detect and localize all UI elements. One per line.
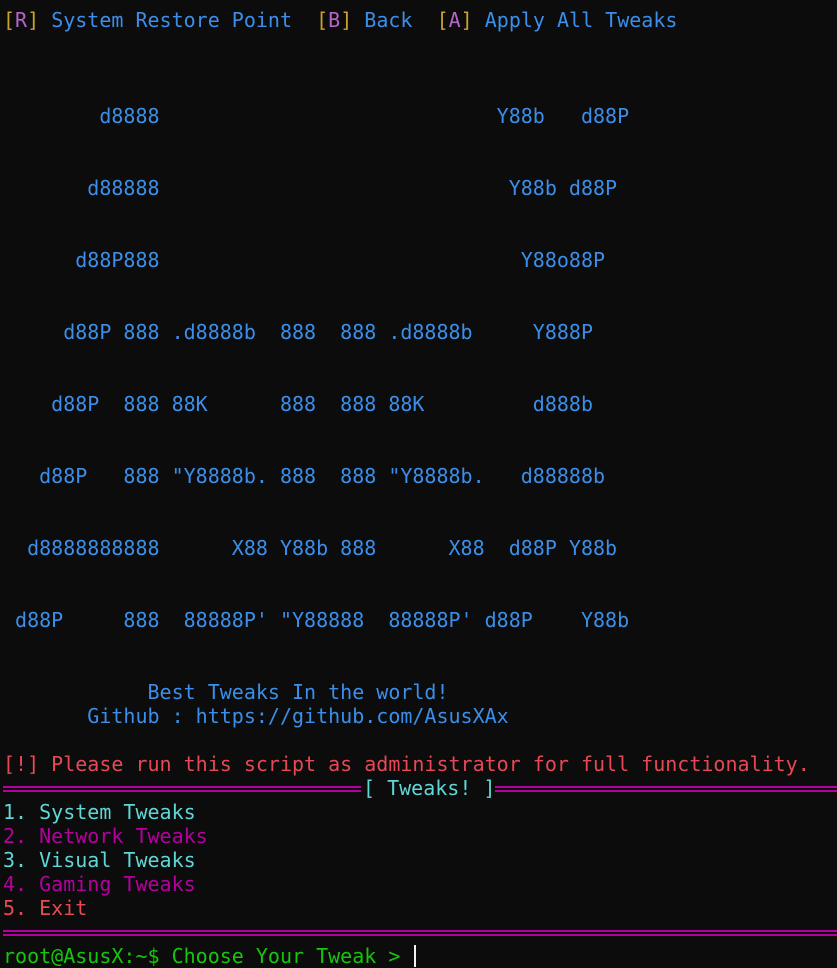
prompt-user-host: root@AsusX:~$	[3, 944, 160, 968]
menu-item-back[interactable]: [B] Back	[316, 8, 412, 32]
section-title: [ Tweaks! ]	[363, 776, 496, 800]
github-link[interactable]: Github : https://github.com/AsusXAx	[3, 704, 837, 728]
ascii-line: d88P 888 88888P' "Y88888 88888P' d88P Y8…	[3, 608, 630, 632]
menu-label-apply-all: Apply All Tweaks	[484, 8, 678, 32]
bracket-close: ]	[460, 8, 473, 32]
menu-item-apply-all[interactable]: [A] Apply All Tweaks	[437, 8, 678, 32]
section-divider: [ Tweaks! ]	[3, 776, 837, 800]
ascii-line: d88888 Y88b d88P	[3, 176, 618, 200]
option-gaming-tweaks[interactable]: 4. Gaming Tweaks	[3, 872, 837, 896]
divider-rule-right	[495, 786, 837, 792]
menu-key-b: B	[328, 8, 341, 32]
option-visual-tweaks[interactable]: 3. Visual Tweaks	[3, 848, 837, 872]
bracket-close: ]	[27, 8, 40, 32]
ascii-line: d88P 888 .d8888b 888 888 .d8888b Y888P	[3, 320, 594, 344]
menu-label-back: Back	[364, 8, 413, 32]
bracket-open: [	[436, 8, 449, 32]
option-label: 1. System Tweaks	[3, 800, 196, 824]
option-label: 4. Gaming Tweaks	[3, 872, 196, 896]
ascii-line: d8888 Y88b d88P	[3, 104, 630, 128]
bottom-divider	[3, 920, 837, 944]
ascii-line: d8888888888 X88 Y88b 888 X88 d88P Y88b	[3, 536, 618, 560]
prompt-line: root@AsusX:~$ Choose Your Tweak >	[3, 944, 837, 968]
ascii-line: d88P 888 88K 888 888 88K d888b	[3, 392, 594, 416]
divider-rule-left	[3, 786, 361, 792]
option-system-tweaks[interactable]: 1. System Tweaks	[3, 800, 837, 824]
divider-rule-full	[3, 930, 837, 936]
menu-label-restore-point: System Restore Point	[51, 8, 293, 32]
option-label: 3. Visual Tweaks	[3, 848, 196, 872]
prompt-text: Choose Your Tweak >	[171, 944, 401, 968]
option-exit[interactable]: 5. Exit	[3, 896, 837, 920]
tagline: Best Tweaks In the world!	[3, 680, 449, 704]
text-cursor[interactable]	[414, 945, 417, 967]
menu-key-r: R	[15, 8, 28, 32]
header-menu: [R] System Restore Point [B] Back [A] Ap…	[3, 8, 837, 32]
option-label: 2. Network Tweaks	[3, 824, 208, 848]
admin-warning: [!] Please run this script as administra…	[3, 752, 810, 776]
menu-key-a: A	[448, 8, 461, 32]
bracket-close: ]	[340, 8, 353, 32]
bracket-open: [	[3, 8, 16, 32]
option-label: 5. Exit	[3, 896, 88, 920]
ascii-logo: d8888 Y88b d88P d88888 Y88b d88P d88P888…	[3, 56, 837, 680]
terminal-window: [R] System Restore Point [B] Back [A] Ap…	[3, 8, 837, 968]
ascii-line: d88P888 Y88o88P	[3, 248, 606, 272]
ascii-line: d88P 888 "Y8888b. 888 888 "Y8888b. d8888…	[3, 464, 606, 488]
menu-item-restore-point[interactable]: [R] System Restore Point	[3, 8, 292, 32]
bracket-open: [	[316, 8, 329, 32]
option-network-tweaks[interactable]: 2. Network Tweaks	[3, 824, 837, 848]
